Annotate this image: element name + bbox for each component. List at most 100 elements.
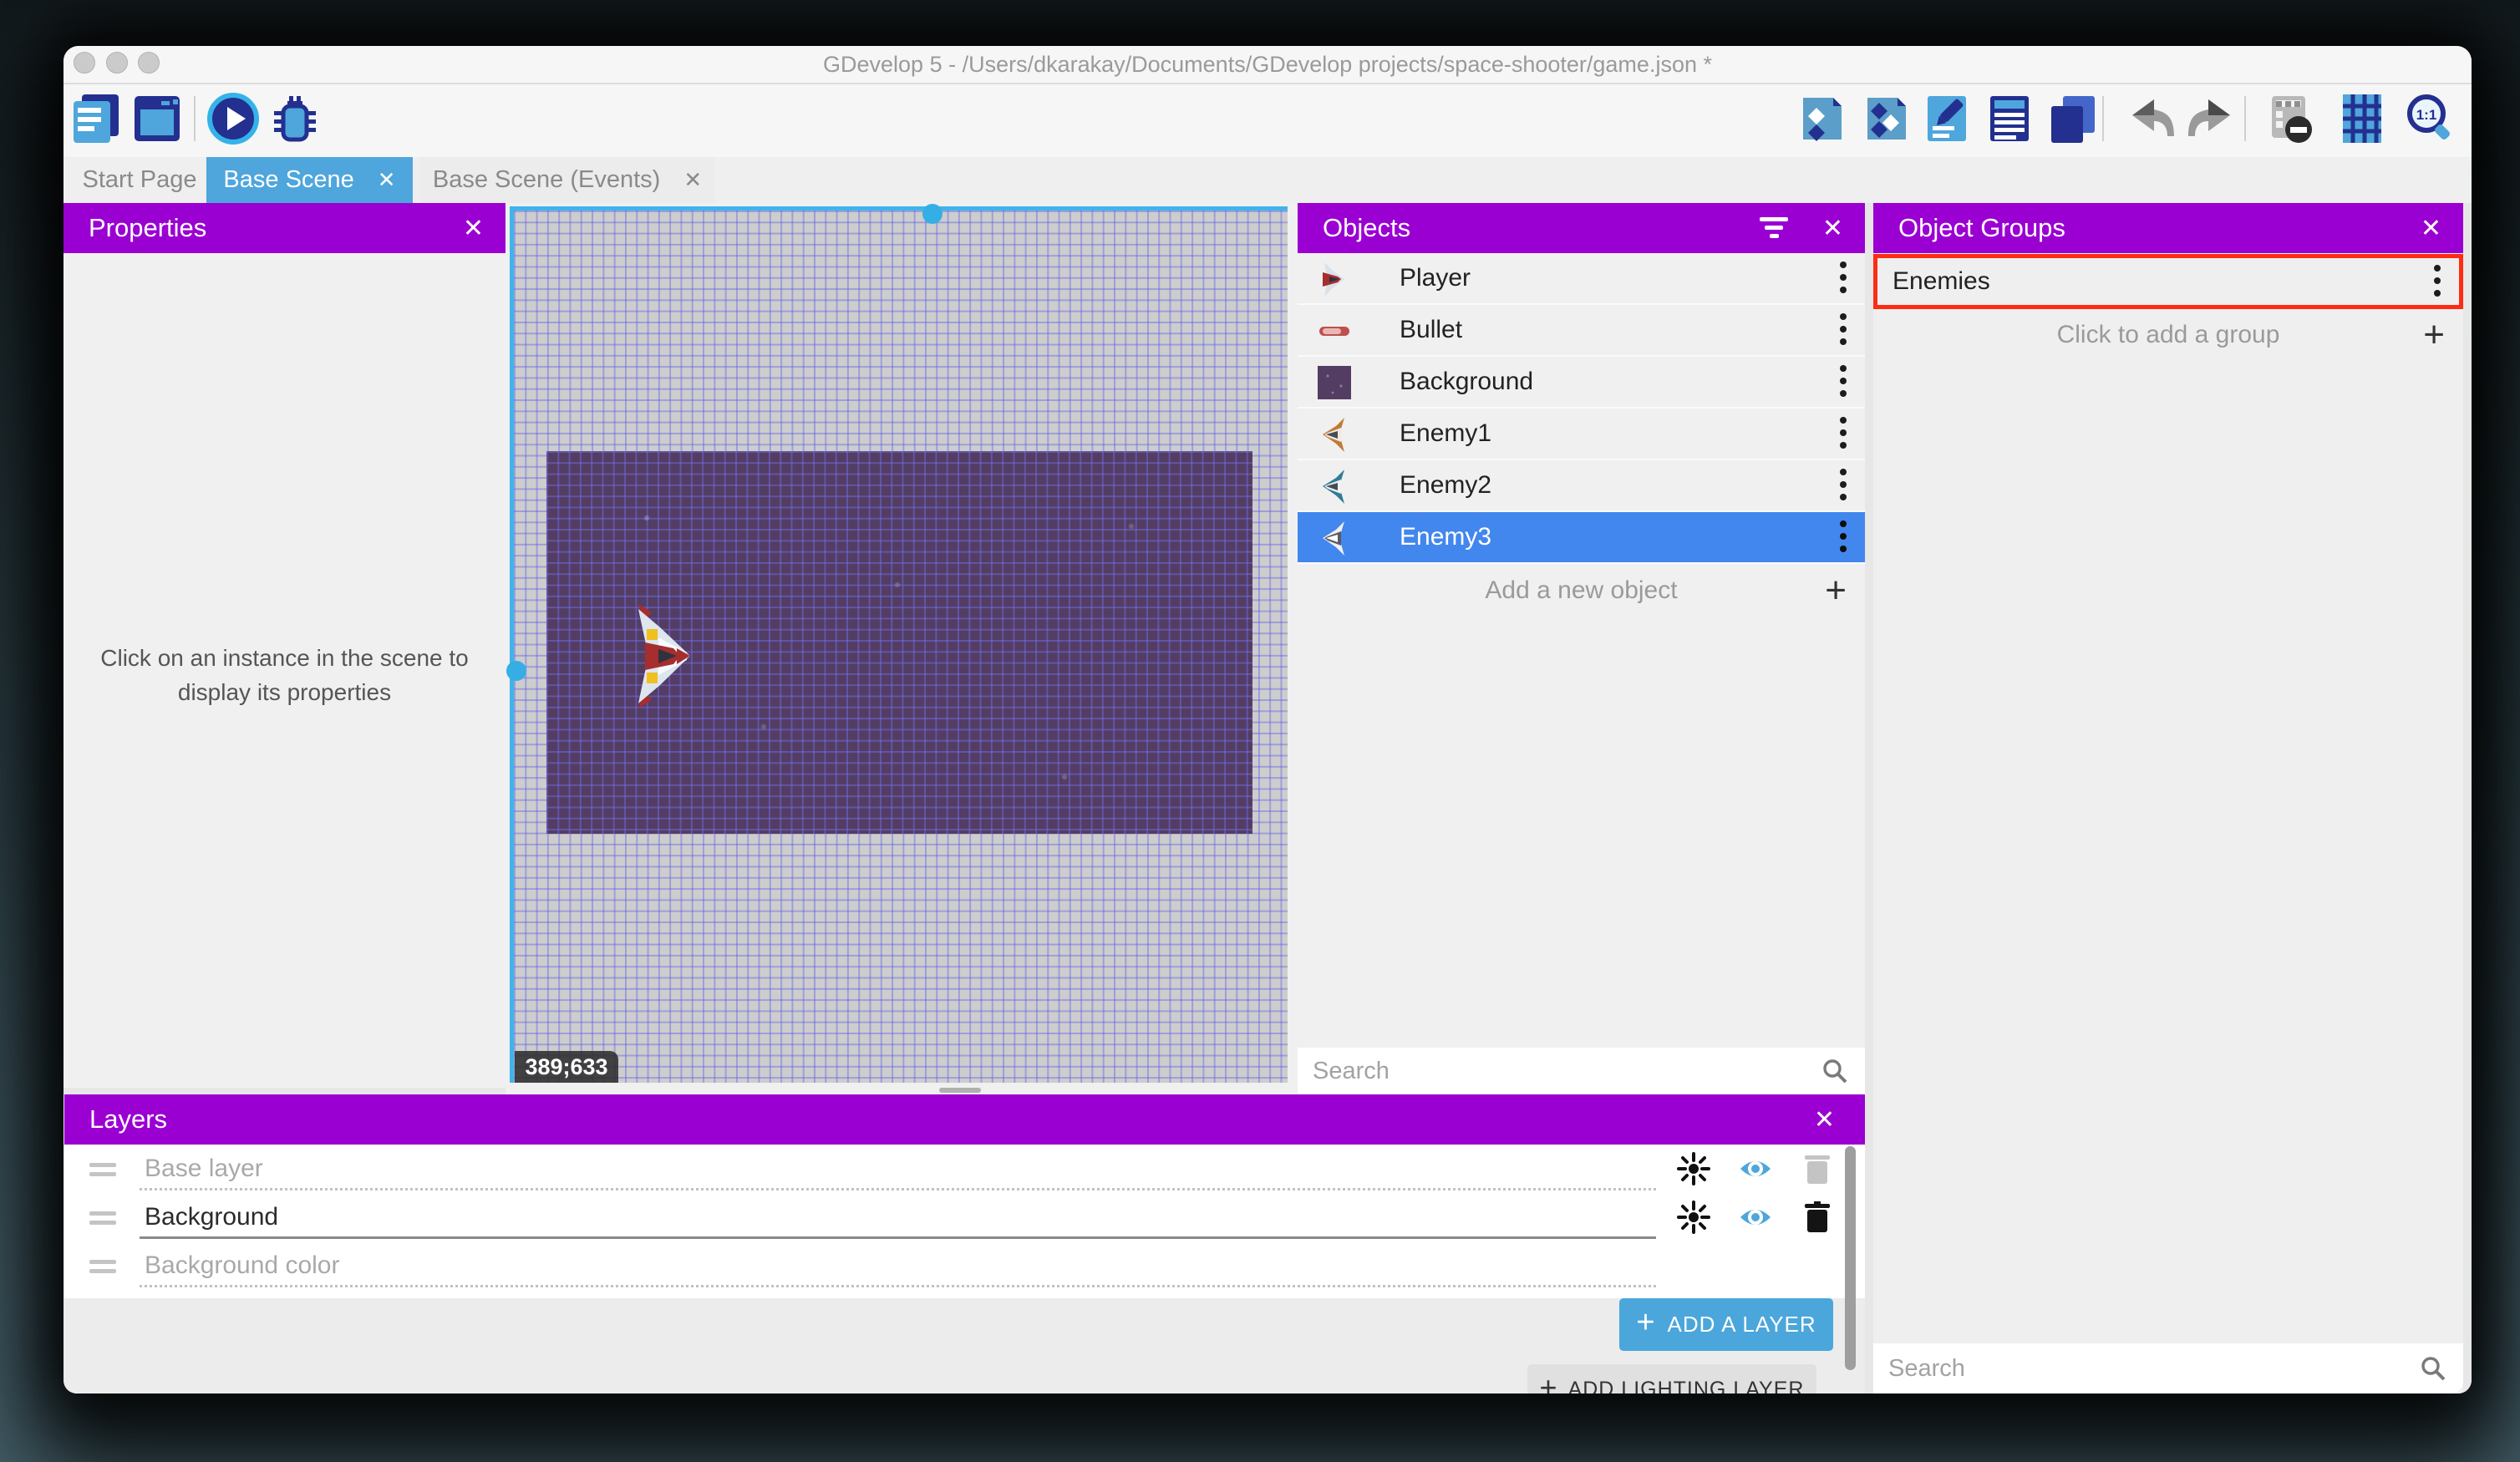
object-menu-icon[interactable] [1840, 520, 1847, 554]
object-groups-search-input[interactable] [1888, 1343, 2360, 1393]
close-icon[interactable]: ✕ [1814, 1105, 1835, 1135]
close-icon[interactable]: ✕ [463, 214, 484, 243]
group-menu-icon[interactable] [2434, 265, 2441, 298]
object-menu-icon[interactable] [1840, 469, 1847, 502]
plus-icon[interactable]: + [2423, 314, 2445, 356]
properties-empty-message: Click on an instance in the scene to dis… [64, 641, 506, 709]
redo-icon[interactable] [2187, 93, 2238, 145]
objects-search-input[interactable] [1313, 1048, 1766, 1094]
gdevelop-window: GDevelop 5 - /Users/dkarakay/Documents/G… [64, 46, 2472, 1393]
object-row-bullet[interactable]: Bullet [1298, 305, 1865, 357]
player-instance[interactable] [635, 604, 694, 708]
layer-effects-icon[interactable] [1677, 1152, 1710, 1185]
panel-title: Properties [89, 213, 206, 243]
layer-visibility-eye-icon[interactable] [1739, 1201, 1772, 1234]
layer-row-base[interactable]: Base layer [64, 1145, 1865, 1193]
tab-start-page[interactable]: Start Page [77, 157, 202, 203]
layers-scrollbar[interactable] [1845, 1146, 1856, 1370]
object-row-enemy2[interactable]: Enemy2 [1298, 460, 1865, 512]
layer-row-background[interactable]: Background [64, 1193, 1865, 1241]
background-sprite-icon [1316, 364, 1353, 401]
cursor-coordinates-badge: 389;633 [515, 1051, 618, 1083]
properties-panel-header: Properties ✕ [64, 203, 506, 253]
objects-panel-header: Objects ✕ [1298, 203, 1865, 253]
object-row-enemy1[interactable]: Enemy1 [1298, 409, 1865, 460]
object-row-background[interactable]: Background [1298, 357, 1865, 409]
svg-text:1:1: 1:1 [2416, 107, 2437, 123]
plus-icon: + [1636, 1305, 1655, 1341]
scene-left-handle[interactable] [506, 661, 526, 681]
toolbar-separator [2244, 96, 2246, 141]
object-menu-icon[interactable] [1840, 365, 1847, 398]
main-toolbar: 1:1 [64, 86, 2472, 157]
drag-handle-icon[interactable] [89, 1163, 116, 1181]
object-groups-editor-icon[interactable] [1861, 93, 1913, 145]
layers-list: Base layer Background Background c [64, 1145, 1865, 1298]
object-menu-icon[interactable] [1840, 313, 1847, 347]
layers-panel-header: Layers ✕ [64, 1094, 1865, 1145]
object-groups-panel-header: Object Groups ✕ [1873, 203, 2463, 253]
objects-editor-icon[interactable] [1796, 93, 1848, 145]
debug-icon[interactable] [269, 93, 321, 145]
zoom-original-icon[interactable]: 1:1 [2404, 93, 2456, 145]
layer-row-background-color[interactable]: Background color [64, 1241, 1865, 1290]
layer-visibility-eye-icon[interactable] [1739, 1152, 1772, 1185]
objects-panel: Objects ✕ Player Bullet Background [1298, 203, 1865, 1094]
enemy3-sprite-icon [1316, 520, 1353, 556]
plus-icon[interactable]: + [1825, 570, 1847, 612]
enemy1-sprite-icon [1316, 416, 1353, 453]
delete-layer-trash-icon[interactable] [1801, 1201, 1834, 1234]
preview-play-icon[interactable] [207, 93, 259, 145]
add-layer-button[interactable]: + ADD A LAYER [1619, 1298, 1833, 1351]
close-icon[interactable]: ✕ [2421, 214, 2441, 243]
scene-top-handle[interactable] [922, 204, 942, 224]
properties-editor-icon[interactable] [1921, 93, 1973, 145]
properties-panel: Properties ✕ Click on an instance in the… [64, 203, 506, 1088]
drag-handle-icon[interactable] [89, 1260, 116, 1278]
bullet-sprite-icon [1316, 312, 1353, 349]
add-object-row[interactable]: Add a new object + [1298, 564, 1865, 617]
object-menu-icon[interactable] [1840, 261, 1847, 295]
tab-base-scene-events[interactable]: Base Scene (Events) ✕ [420, 157, 714, 203]
objects-search-bar [1298, 1048, 1865, 1094]
add-lighting-layer-button[interactable]: + ADD LIGHTING LAYER [1527, 1364, 1816, 1393]
title-bar: GDevelop 5 - /Users/dkarakay/Documents/G… [64, 46, 2472, 84]
tab-base-scene[interactable]: Base Scene ✕ [206, 157, 413, 203]
window-title: GDevelop 5 - /Users/dkarakay/Documents/G… [64, 46, 2472, 83]
object-row-enemy3[interactable]: Enemy3 [1298, 512, 1865, 564]
panel-title: Objects [1323, 213, 1410, 243]
filter-icon[interactable] [1760, 217, 1788, 239]
search-icon[interactable] [2420, 1355, 2446, 1382]
close-icon[interactable]: ✕ [1822, 214, 1843, 243]
player-sprite-icon [1316, 261, 1353, 297]
close-tab-icon[interactable]: ✕ [683, 167, 702, 193]
object-row-player[interactable]: Player [1298, 253, 1865, 305]
toolbar-separator [194, 96, 196, 141]
layers-panel: Layers ✕ Base layer Background [64, 1094, 1865, 1393]
search-icon[interactable] [1821, 1058, 1848, 1084]
close-tab-icon[interactable]: ✕ [378, 167, 396, 193]
delete-layer-trash-icon[interactable] [1801, 1152, 1834, 1185]
object-groups-panel: Object Groups ✕ Enemies Click to add a g… [1873, 203, 2463, 1393]
layers-editor-icon[interactable] [2046, 93, 2098, 145]
instances-list-icon[interactable] [1984, 93, 2035, 145]
panel-title: Layers [89, 1104, 167, 1135]
toolbar-separator [2102, 96, 2104, 141]
scene-canvas[interactable]: 389;633 [510, 206, 1288, 1083]
scene-window-icon[interactable] [131, 93, 183, 145]
editor-content: Properties ✕ Click on an instance in the… [64, 203, 2472, 1393]
object-groups-search-bar [1873, 1343, 2463, 1393]
layer-effects-icon[interactable] [1677, 1201, 1710, 1234]
object-menu-icon[interactable] [1840, 417, 1847, 450]
horizontal-scrollbar[interactable] [939, 1088, 981, 1093]
toggle-window-mask-icon[interactable] [2263, 93, 2315, 145]
add-group-row[interactable]: Click to add a group + [1873, 309, 2463, 361]
toggle-grid-icon[interactable] [2336, 93, 2388, 145]
drag-handle-icon[interactable] [89, 1211, 116, 1230]
undo-icon[interactable] [2124, 93, 2176, 145]
project-manager-icon[interactable] [70, 93, 122, 145]
panel-title: Object Groups [1898, 213, 2065, 243]
scene-editor: 389;633 [506, 203, 1298, 1094]
group-row-enemies-highlighted[interactable]: Enemies [1873, 254, 2463, 309]
plus-icon: + [1540, 1370, 1558, 1393]
